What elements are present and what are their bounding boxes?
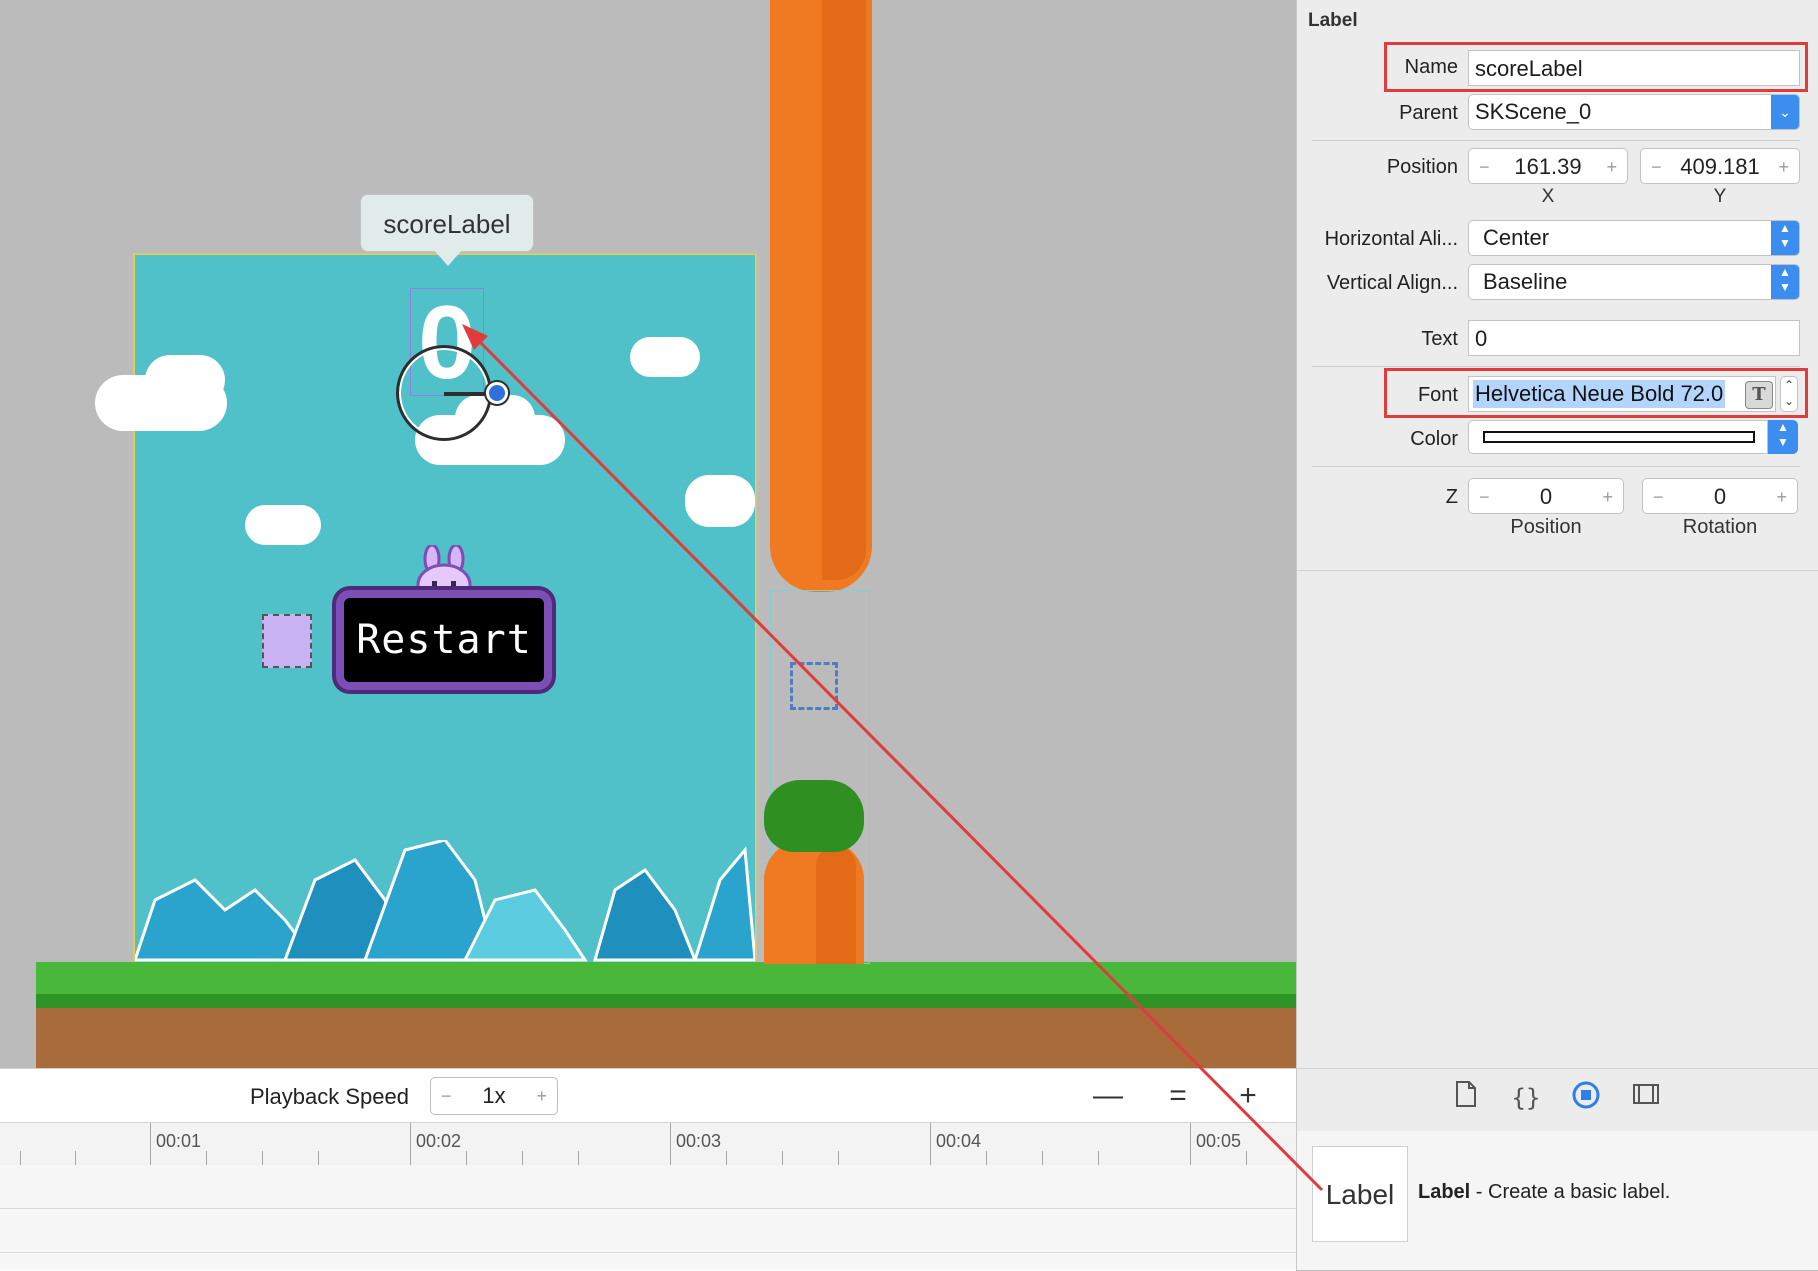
increment-button[interactable]: +: [1776, 479, 1787, 513]
file-icon[interactable]: [1448, 1080, 1484, 1116]
vertical-alignment-popup[interactable]: Baseline ▲ ▼: [1468, 264, 1800, 300]
chevron-down-icon: ⌄: [1771, 95, 1799, 129]
z-position-caption: Position: [1510, 516, 1582, 538]
y-axis-label: Y: [1713, 186, 1727, 207]
tick-label: 00:05: [1196, 1131, 1242, 1151]
tooltip-tail: [434, 250, 462, 266]
section-divider: [1312, 140, 1800, 141]
media-library-icon[interactable]: [1628, 1080, 1664, 1116]
library-item-desc: - Create a basic label.: [1470, 1181, 1671, 1203]
increment-button[interactable]: +: [1778, 149, 1789, 183]
cloud: [630, 337, 700, 377]
tick-label: 00:02: [416, 1131, 462, 1151]
braces-icon[interactable]: {}: [1508, 1080, 1544, 1116]
name-highlight-box: [1384, 42, 1808, 92]
carrot-shading: [822, 0, 866, 580]
section-divider: [1312, 366, 1800, 367]
position-x-value[interactable]: 161.39: [1469, 149, 1627, 185]
zoom-out-button[interactable]: —: [1088, 1076, 1128, 1116]
ice-crystals[interactable]: [135, 840, 755, 964]
timeline-ruler[interactable]: 00:01 00:02 00:03 00:04 00:05: [0, 1122, 1296, 1166]
small-sprite-node[interactable]: [262, 614, 312, 668]
ground-dirt: [36, 1008, 1296, 1068]
increment-button[interactable]: +: [1602, 479, 1613, 513]
z-position-stepper[interactable]: − 0 +: [1468, 478, 1624, 514]
empty-node-marker[interactable]: [790, 662, 838, 710]
timeline-track[interactable]: [0, 1253, 1296, 1270]
chevron-updown-icon[interactable]: ▲ ▼: [1768, 420, 1798, 454]
parent-value: SKScene_0: [1475, 99, 1592, 124]
restart-button[interactable]: Restart: [336, 590, 552, 690]
parent-popup[interactable]: SKScene_0 ⌄: [1468, 94, 1800, 130]
label-object-description[interactable]: Label - Create a basic label.: [1418, 1181, 1670, 1204]
chevron-updown-icon: ▲ ▼: [1771, 221, 1799, 255]
timeline-track[interactable]: [0, 1165, 1296, 1209]
position-x-stepper[interactable]: − 161.39 +: [1468, 148, 1628, 184]
color-swatch: [1483, 431, 1755, 443]
text-field[interactable]: 0: [1468, 320, 1800, 356]
x-axis-label: X: [1541, 186, 1555, 207]
increment-button[interactable]: +: [1606, 149, 1617, 183]
node-name-tooltip: scoreLabel: [360, 194, 534, 252]
font-highlight-box: [1384, 368, 1808, 418]
z-label: Z: [1445, 486, 1458, 508]
color-well[interactable]: [1468, 420, 1768, 454]
cloud: [685, 475, 755, 527]
section-divider: [1312, 466, 1800, 467]
label-object-thumbnail[interactable]: Label: [1312, 1146, 1408, 1242]
position-y-value[interactable]: 409.181: [1641, 149, 1799, 185]
carrot-leaves: [764, 780, 864, 852]
horizontal-alignment-popup[interactable]: Center ▲ ▼: [1468, 220, 1800, 256]
library-tab-bar: [1297, 1068, 1818, 1132]
cloud: [245, 505, 321, 545]
library-item-title: Label: [1418, 1181, 1471, 1203]
speed-increment-button[interactable]: +: [536, 1078, 547, 1114]
color-label: Color: [1410, 428, 1458, 450]
z-rotation-value[interactable]: 0: [1643, 479, 1797, 515]
playback-speed-label: Playback Speed: [250, 1084, 409, 1109]
inspector-empty-area: [1297, 570, 1818, 1071]
vertical-alignment-label: Vertical Align...: [1326, 272, 1458, 294]
object-library-icon[interactable]: [1568, 1080, 1604, 1116]
z-rotation-caption: Rotation: [1682, 516, 1758, 538]
text-label: Text: [1421, 328, 1458, 350]
carrot-shading: [816, 846, 856, 964]
zoom-in-button[interactable]: +: [1228, 1076, 1268, 1116]
rotation-handle[interactable]: [486, 382, 508, 404]
playback-speed-stepper[interactable]: − 1x +: [430, 1077, 558, 1115]
z-position-value[interactable]: 0: [1469, 479, 1623, 515]
cloud: [145, 355, 225, 405]
tick-label: 00:01: [156, 1131, 202, 1151]
vertical-alignment-value: Baseline: [1483, 269, 1568, 294]
timeline-track[interactable]: [0, 1209, 1296, 1253]
chevron-updown-icon: ▲ ▼: [1771, 265, 1799, 299]
z-rotation-stepper[interactable]: − 0 +: [1642, 478, 1798, 514]
tick-label: 00:03: [676, 1131, 722, 1151]
tick-label: 00:04: [936, 1131, 982, 1151]
horizontal-alignment-value: Center: [1483, 225, 1550, 250]
horizontal-alignment-label: Horizontal Ali...: [1324, 228, 1458, 250]
position-y-stepper[interactable]: − 409.181 +: [1640, 148, 1800, 184]
position-label: Position: [1386, 156, 1458, 178]
inspector-section-title: Label: [1308, 10, 1358, 31]
parent-label: Parent: [1399, 102, 1458, 124]
zoom-fit-button[interactable]: =: [1158, 1076, 1198, 1116]
